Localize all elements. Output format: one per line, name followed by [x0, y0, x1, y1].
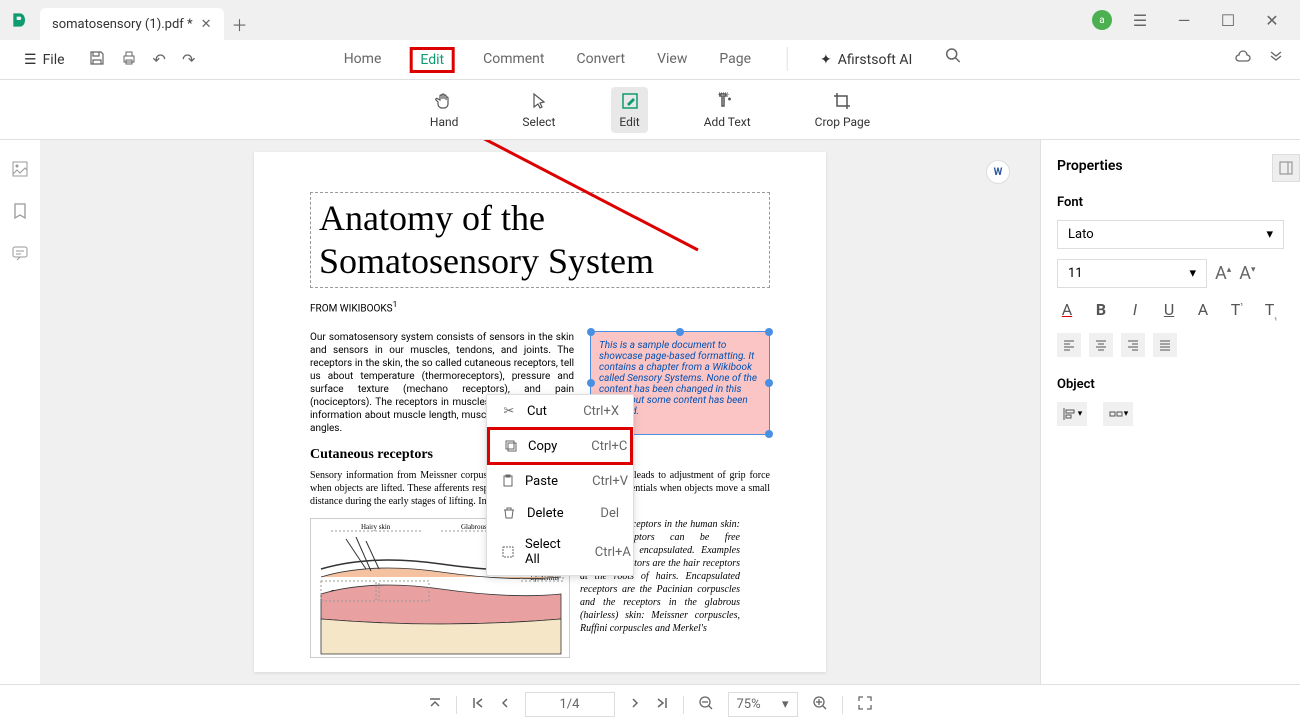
hamburger-icon: ☰ — [24, 52, 37, 68]
text-color-icon[interactable]: A — [1057, 300, 1077, 321]
menu-page[interactable]: Page — [715, 47, 755, 73]
maximize-icon[interactable]: ☐ — [1212, 4, 1244, 36]
add-text-tool[interactable]: Add Text — [696, 87, 759, 133]
ai-button[interactable]: ✦ Afirstsoft AI — [820, 47, 912, 73]
titlebar: somatosensory (1).pdf * ✕ ＋ a ☰ — ☐ ✕ — [0, 0, 1300, 40]
properties-panel: Properties ✕ Font Lato ▾ 11 ▾ A▴ A▾ A B … — [1040, 140, 1300, 684]
menu-home[interactable]: Home — [340, 47, 386, 73]
tab-close-icon[interactable]: ✕ — [201, 17, 212, 32]
copy-icon — [504, 438, 518, 454]
hand-icon — [434, 91, 454, 111]
panel-toggle-icon[interactable] — [1272, 154, 1300, 182]
hamburger-icon[interactable]: ☰ — [1124, 4, 1156, 36]
edit-icon — [620, 91, 640, 111]
crop-icon — [832, 91, 852, 111]
edit-tool[interactable]: Edit — [611, 87, 647, 133]
zoom-out-icon[interactable] — [698, 695, 714, 715]
increase-size-icon[interactable]: A▴ — [1215, 263, 1231, 284]
minimize-icon[interactable]: — — [1168, 4, 1200, 36]
cursor-icon — [529, 91, 549, 111]
align-justify-icon[interactable] — [1153, 333, 1177, 357]
undo-icon[interactable]: ↶ — [153, 50, 166, 70]
add-text-icon — [717, 91, 737, 111]
redo-icon[interactable]: ↷ — [182, 50, 195, 70]
bookmarks-icon[interactable] — [11, 202, 29, 224]
underline-icon[interactable]: U — [1159, 300, 1179, 321]
cloud-icon[interactable] — [1234, 49, 1252, 71]
first-page-icon[interactable] — [471, 696, 485, 714]
font-icon[interactable]: A — [1193, 300, 1213, 321]
page-number-input[interactable]: 1/4 — [525, 692, 615, 717]
close-icon[interactable]: ✕ — [1256, 4, 1288, 36]
document-tab[interactable]: somatosensory (1).pdf * ✕ — [40, 8, 224, 40]
decrease-size-icon[interactable]: A▾ — [1239, 263, 1255, 284]
scroll-top-icon[interactable] — [428, 696, 442, 714]
doc-title[interactable]: Anatomy of the Somatosensory System — [310, 192, 770, 288]
superscript-icon[interactable]: T¹ — [1227, 300, 1247, 321]
align-right-icon[interactable] — [1121, 333, 1145, 357]
subscript-icon[interactable]: T₁ — [1261, 300, 1281, 321]
ctx-cut[interactable]: ✂ Cut Ctrl+X — [487, 395, 633, 427]
thumbnails-icon[interactable] — [11, 160, 29, 182]
chevron-down-icon: ▾ — [1266, 227, 1273, 242]
print-icon[interactable] — [121, 50, 137, 70]
chevron-down-icon: ▾ — [782, 697, 789, 712]
user-avatar[interactable]: a — [1092, 10, 1112, 30]
hand-tool[interactable]: Hand — [422, 87, 466, 133]
search-icon[interactable] — [944, 47, 960, 73]
menu-edit[interactable]: Edit — [409, 47, 455, 73]
menu-view[interactable]: View — [653, 47, 691, 73]
font-size-select[interactable]: 11 ▾ — [1057, 259, 1207, 288]
scissors-icon: ✂ — [501, 403, 517, 419]
zoom-select[interactable]: 75%▾ — [728, 692, 798, 717]
main-area: Anatomy of the Somatosensory System FROM… — [0, 140, 1300, 684]
statusbar: 1/4 75%▾ — [0, 684, 1300, 724]
bold-icon[interactable]: B — [1091, 300, 1111, 321]
align-left-icon[interactable] — [1057, 333, 1081, 357]
last-page-icon[interactable] — [655, 696, 669, 714]
font-family-select[interactable]: Lato ▾ — [1057, 220, 1284, 249]
ctx-copy[interactable]: Copy Ctrl+C — [487, 427, 633, 465]
panel-title: Properties — [1057, 158, 1123, 174]
font-section-label: Font — [1057, 195, 1284, 210]
tab-add-button[interactable]: ＋ — [224, 8, 256, 40]
sparkle-icon: ✦ — [820, 52, 832, 68]
select-all-icon — [501, 544, 515, 560]
menu-convert[interactable]: Convert — [572, 47, 629, 73]
crop-tool[interactable]: Crop Page — [807, 87, 878, 133]
align-center-icon[interactable] — [1089, 333, 1113, 357]
word-export-badge[interactable]: W — [986, 160, 1010, 184]
document-viewport[interactable]: Anatomy of the Somatosensory System FROM… — [40, 140, 1040, 684]
file-menu-button[interactable]: ☰ File — [16, 48, 73, 72]
left-sidebar — [0, 140, 40, 684]
prev-page-icon[interactable] — [499, 697, 511, 713]
italic-icon[interactable]: I — [1125, 300, 1145, 321]
fit-page-icon[interactable] — [857, 695, 873, 715]
menubar: ☰ File ↶ ↷ Home Edit Comment Convert Vie… — [0, 40, 1300, 80]
tab-title: somatosensory (1).pdf * — [52, 17, 193, 32]
context-menu: ✂ Cut Ctrl+X Copy Ctrl+C Paste Ctrl+V De… — [486, 394, 634, 576]
menu-comment[interactable]: Comment — [479, 47, 548, 73]
zoom-in-icon[interactable] — [812, 695, 828, 715]
chevron-down-icon: ▾ — [1189, 266, 1196, 281]
edit-toolbar: Hand Select Edit Add Text Crop Page — [0, 80, 1300, 140]
divider — [787, 47, 788, 71]
trash-icon — [501, 505, 517, 521]
object-section-label: Object — [1057, 377, 1284, 392]
doc-subtitle: FROM WIKIBOOKS1 — [310, 300, 770, 314]
ctx-paste[interactable]: Paste Ctrl+V — [487, 465, 633, 497]
save-icon[interactable] — [89, 50, 105, 70]
app-logo — [0, 0, 40, 40]
next-page-icon[interactable] — [629, 697, 641, 713]
distribute-objects-icon[interactable]: ▾ — [1103, 402, 1133, 426]
ctx-delete[interactable]: Delete Del — [487, 497, 633, 529]
ctx-select-all[interactable]: Select All Ctrl+A — [487, 529, 633, 575]
comments-icon[interactable] — [11, 244, 29, 266]
select-tool[interactable]: Select — [514, 87, 563, 133]
paste-icon — [501, 473, 515, 489]
collapse-icon[interactable] — [1268, 50, 1284, 70]
align-objects-icon[interactable]: ▾ — [1057, 402, 1087, 426]
